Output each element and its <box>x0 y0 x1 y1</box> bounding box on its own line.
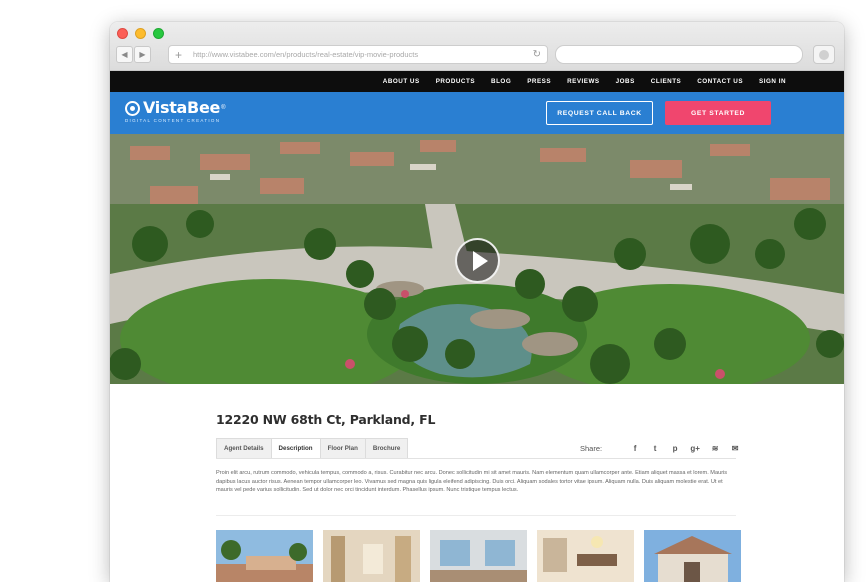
thumbnail-dining-room[interactable] <box>537 530 634 582</box>
close-window-button[interactable] <box>117 28 128 39</box>
nav-clients[interactable]: CLIENTS <box>651 78 681 85</box>
address-bar[interactable]: + http://www.vistabee.com/en/products/re… <box>168 45 548 64</box>
thumbnail-image <box>323 530 420 582</box>
back-arrow-icon[interactable]: ◀ <box>116 46 133 63</box>
url-text[interactable]: http://www.vistabee.com/en/products/real… <box>193 50 533 59</box>
play-video-button[interactable] <box>455 238 500 283</box>
request-call-back-button[interactable]: REQUEST CALL BACK <box>546 101 653 125</box>
thumbnail-image <box>216 530 313 582</box>
nav-jobs[interactable]: JOBS <box>616 78 635 85</box>
nav-contact-us[interactable]: CONTACT US <box>697 78 743 85</box>
email-icon[interactable]: ✉ <box>730 442 740 454</box>
brand-tagline: DIGITAL CONTENT CREATION <box>125 118 221 123</box>
play-icon <box>472 250 488 271</box>
thumbnail-living-room[interactable] <box>430 530 527 582</box>
thumbnail-interior-hall[interactable] <box>323 530 420 582</box>
hero-video[interactable] <box>110 134 844 384</box>
browser-search-bar[interactable] <box>555 45 803 64</box>
nav-about-us[interactable]: ABOUT US <box>383 78 420 85</box>
top-navigation: ABOUT US PRODUCTS BLOG PRESS REVIEWS JOB… <box>110 71 844 92</box>
photo-thumbnails <box>216 530 741 582</box>
tab-divider <box>216 458 736 459</box>
property-description: Proin elit arcu, rutrum commodo, vehicul… <box>216 470 728 494</box>
tab-floor-plan[interactable]: Floor Plan <box>319 438 365 459</box>
nav-press[interactable]: PRESS <box>527 78 551 85</box>
extension-button[interactable] <box>813 45 835 64</box>
brand-logo[interactable]: VistaBee ® DIGITAL CONTENT CREATION <box>125 100 225 123</box>
description-divider <box>216 515 736 516</box>
thumbnail-house-front[interactable] <box>644 530 741 582</box>
minimize-window-button[interactable] <box>135 28 146 39</box>
thumbnail-image <box>644 530 741 582</box>
share-label: Share: <box>580 443 603 453</box>
registered-mark: ® <box>221 105 226 111</box>
tab-brochure[interactable]: Brochure <box>364 438 409 459</box>
nav-sign-in[interactable]: SIGN IN <box>759 78 786 85</box>
nav-blog[interactable]: BLOG <box>491 78 511 85</box>
bee-logo-icon <box>125 100 140 116</box>
forward-arrow-icon[interactable]: ▶ <box>134 46 151 63</box>
tab-agent-details[interactable]: Agent Details <box>216 438 271 459</box>
thumbnail-image <box>430 530 527 582</box>
pinterest-icon[interactable]: p <box>670 442 680 454</box>
reload-icon[interactable]: ↻ <box>533 49 541 60</box>
nav-reviews[interactable]: REVIEWS <box>567 78 600 85</box>
facebook-icon[interactable]: f <box>630 442 640 454</box>
brand-name: VistaBee <box>143 98 221 117</box>
nav-products[interactable]: PRODUCTS <box>436 78 475 85</box>
plus-icon[interactable]: + <box>175 48 187 62</box>
thumbnail-image <box>537 530 634 582</box>
twitter-icon[interactable]: t <box>650 442 660 454</box>
browser-window: ◀ ▶ + http://www.vistabee.com/en/product… <box>110 22 844 582</box>
get-started-button[interactable]: GET STARTED <box>665 101 771 125</box>
tab-description[interactable]: Description <box>270 438 320 459</box>
property-tabs: Agent Details Description Floor Plan Bro… <box>216 438 409 459</box>
share-bar: Share: f t p g+ ≋ ✉ <box>580 440 740 456</box>
extension-icon <box>819 49 829 60</box>
browser-chrome: ◀ ▶ + http://www.vistabee.com/en/product… <box>110 22 844 71</box>
maximize-window-button[interactable] <box>153 28 164 39</box>
rss-icon[interactable]: ≋ <box>710 442 720 454</box>
property-address-title: 12220 NW 68th Ct, Parkland, FL <box>216 412 436 427</box>
google-plus-icon[interactable]: g+ <box>690 442 700 454</box>
thumbnail-exterior[interactable] <box>216 530 313 582</box>
